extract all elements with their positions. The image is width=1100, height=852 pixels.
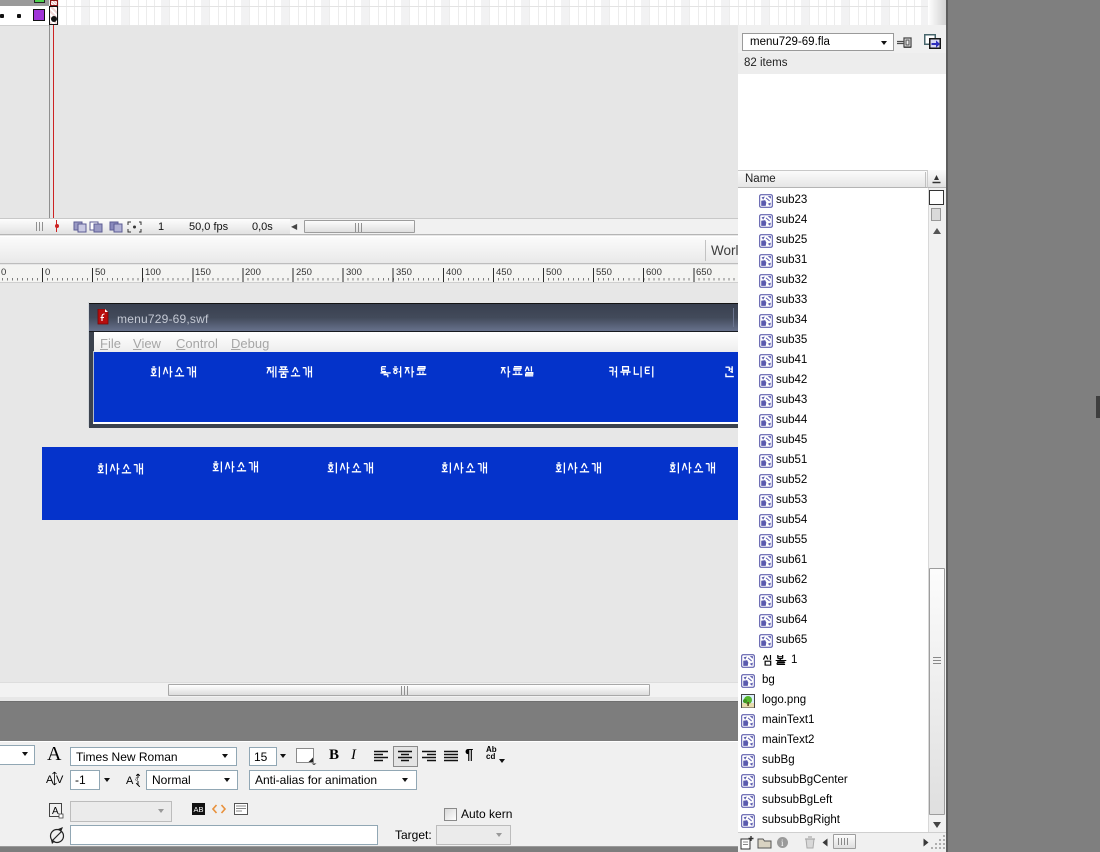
svg-text:A: A <box>126 775 134 787</box>
svg-text:A: A <box>46 774 54 786</box>
svg-text:A: A <box>52 806 59 817</box>
svg-text:AB: AB <box>194 805 204 814</box>
svg-text:a: a <box>135 777 138 783</box>
svg-text:V: V <box>56 774 64 786</box>
